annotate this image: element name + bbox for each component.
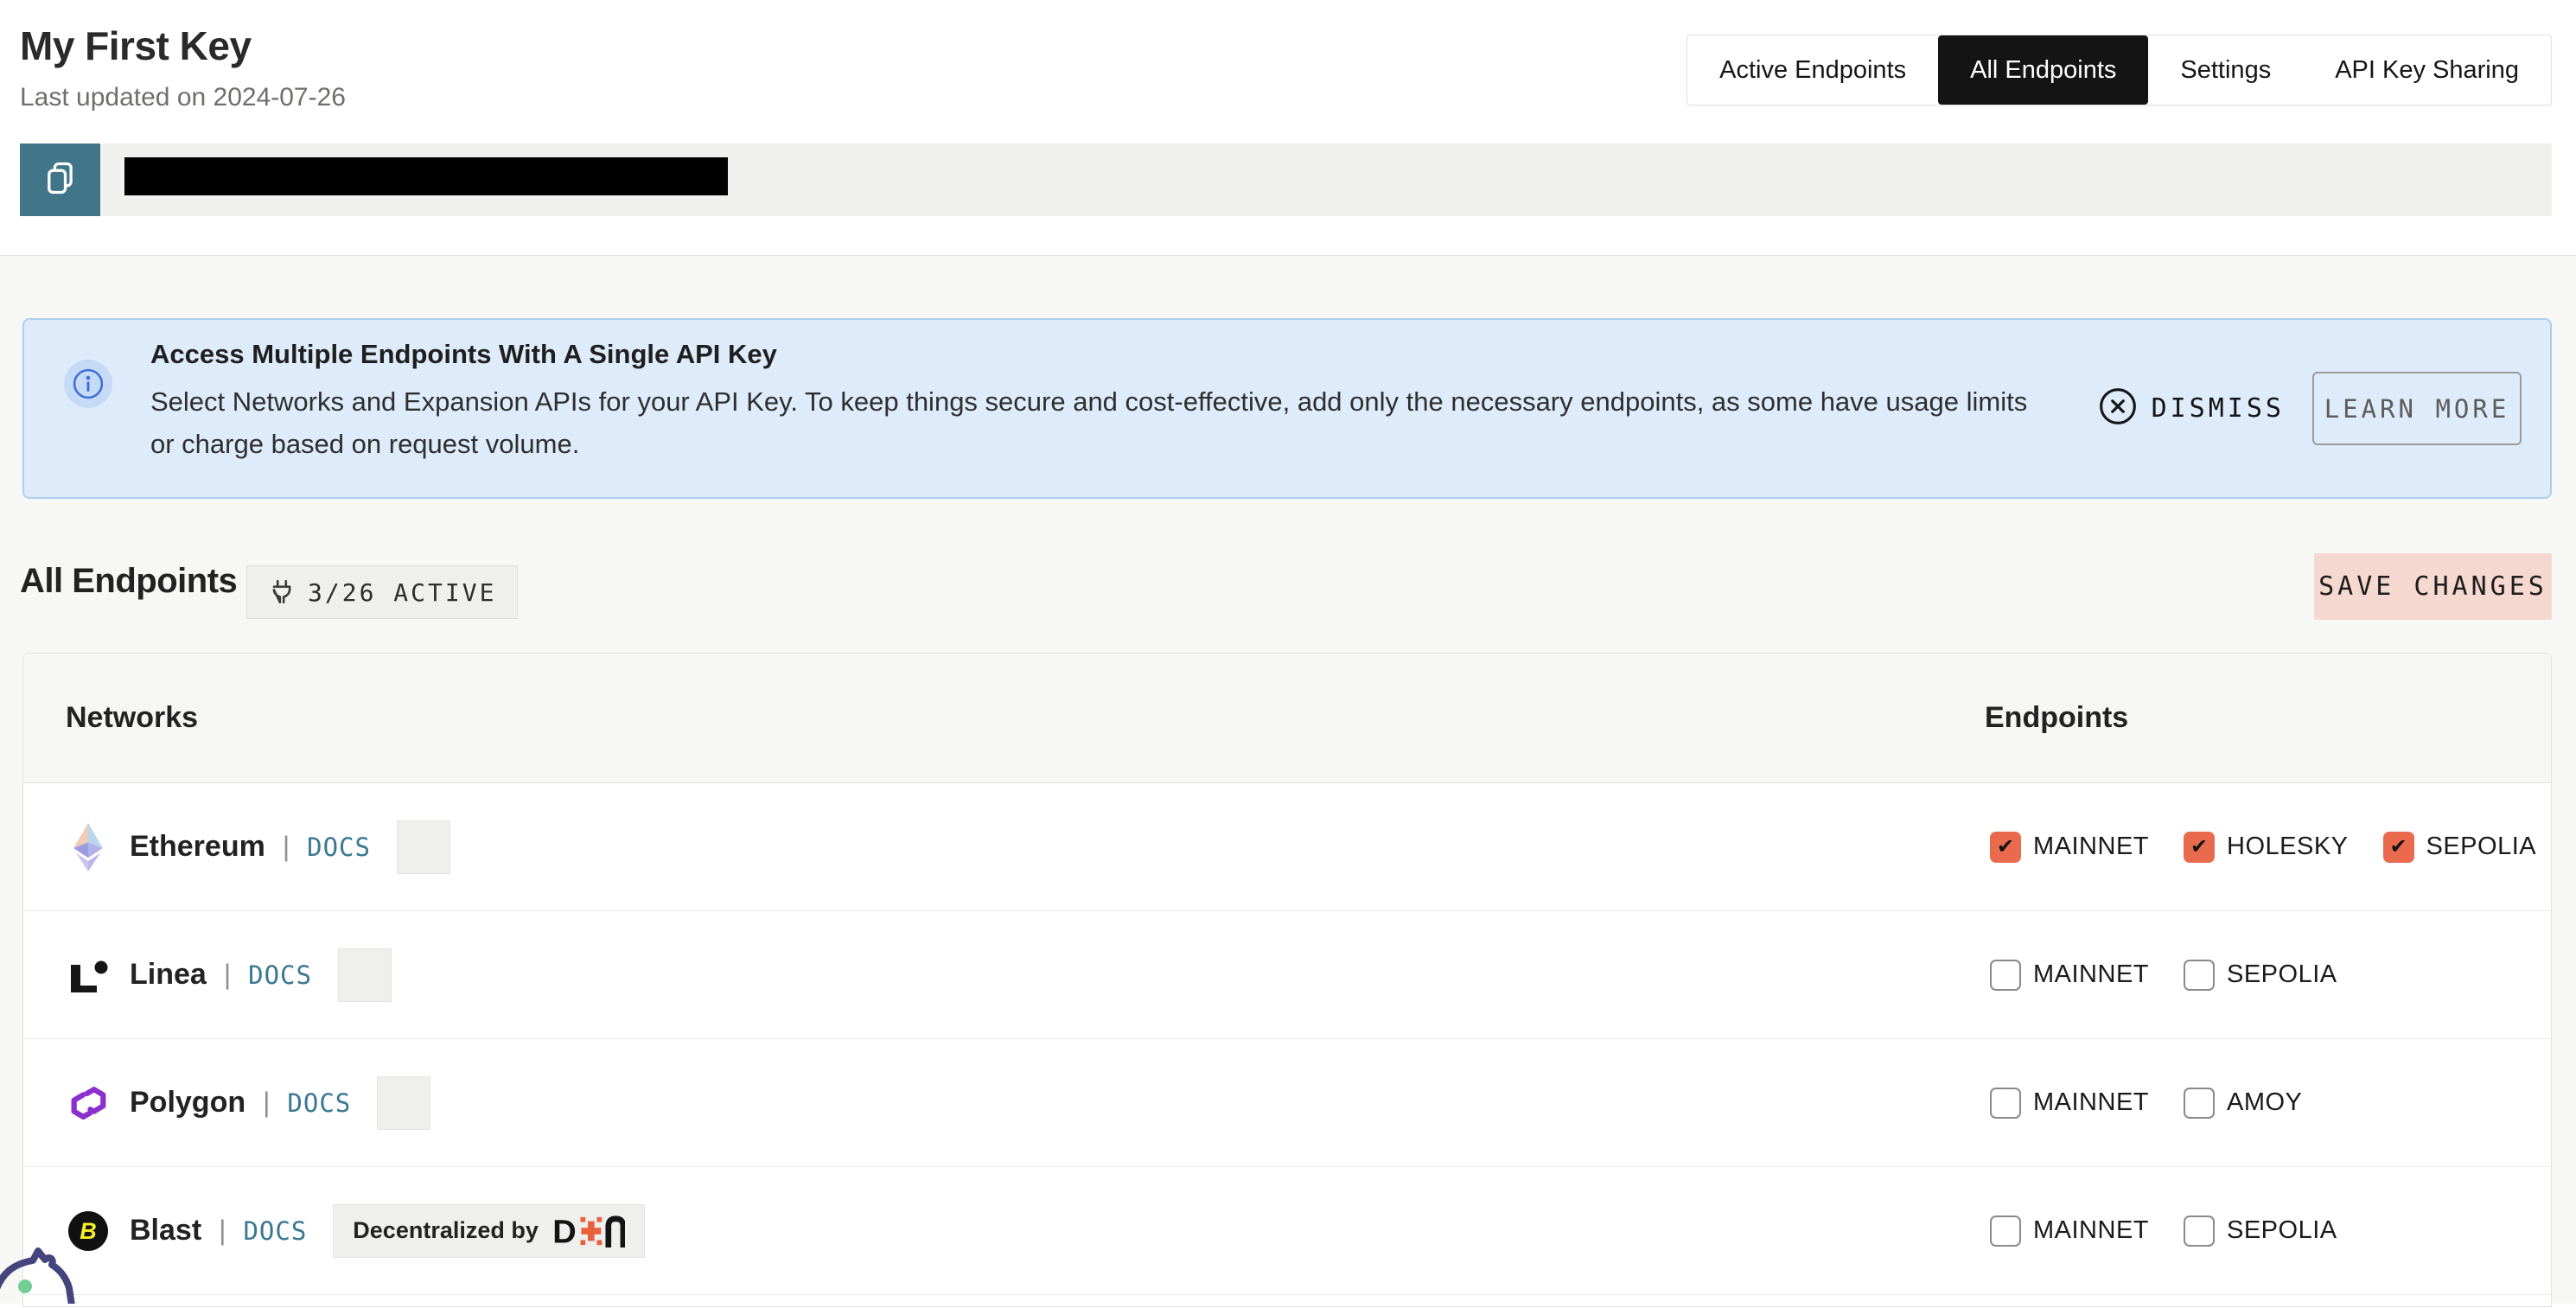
- page-header: My First Key Last updated on 2024-07-26 …: [0, 0, 2576, 256]
- save-changes-button[interactable]: SAVE CHANGES: [2314, 553, 2552, 620]
- banner-title: Access Multiple Endpoints With A Single …: [150, 339, 2035, 370]
- docs-link[interactable]: DOCS: [287, 1088, 351, 1118]
- decentralized-badge: [377, 1076, 430, 1130]
- network-name: Blast: [130, 1214, 201, 1247]
- copy-api-key-button[interactable]: [20, 144, 100, 216]
- endpoint-label: MAINNET: [2033, 833, 2149, 861]
- endpoint-checkbox-sepolia[interactable]: SEPOLIA: [2184, 1215, 2337, 1247]
- table-row: Polygon | DOCS MAINNET AMOY: [23, 1039, 2551, 1167]
- network-name: Linea: [130, 958, 207, 992]
- table-row: B Blast | DOCS Decentralized by D MAINNE…: [23, 1167, 2551, 1295]
- checkbox-checked[interactable]: [1990, 832, 2021, 863]
- docs-link[interactable]: DOCS: [243, 1216, 307, 1246]
- plug-icon: [268, 578, 296, 606]
- endpoint-label: HOLESKY: [2227, 833, 2349, 861]
- endpoint-label: AMOY: [2227, 1088, 2302, 1117]
- endpoints-column-header: Endpoints: [1985, 654, 2128, 782]
- dismiss-button[interactable]: DISMISS: [2098, 320, 2285, 497]
- content-area: Access Multiple Endpoints With A Single …: [0, 256, 2576, 1304]
- svg-text:D: D: [552, 1215, 576, 1247]
- decentralized-badge: Decentralized by D: [333, 1204, 645, 1258]
- table-row: Linea | DOCS MAINNET SEPOLIA: [23, 911, 2551, 1039]
- section-heading: All Endpoints: [20, 562, 237, 601]
- endpoint-label: SEPOLIA: [2227, 1216, 2337, 1245]
- network-cell: B Blast | DOCS Decentralized by D: [23, 1204, 645, 1258]
- decentralized-badge: [338, 948, 392, 1002]
- decentralized-badge: [397, 820, 450, 874]
- checkbox-unchecked[interactable]: [1990, 960, 2021, 991]
- endpoint-checkbox-sepolia[interactable]: SEPOLIA: [2184, 960, 2337, 991]
- name-docs-divider: |: [263, 1087, 270, 1119]
- banner-body: Select Networks and Expansion APIs for y…: [150, 380, 2035, 465]
- tab-api-key-sharing[interactable]: API Key Sharing: [2303, 35, 2551, 105]
- last-updated-text: Last updated on 2024-07-26: [20, 83, 346, 112]
- circle-x-icon: [2098, 386, 2138, 431]
- network-cell: Ethereum | DOCS: [23, 820, 450, 874]
- api-key-redacted-value: [124, 157, 728, 195]
- docs-link[interactable]: DOCS: [248, 960, 312, 990]
- tab-settings[interactable]: Settings: [2148, 35, 2303, 105]
- checkbox-unchecked[interactable]: [2184, 1215, 2215, 1247]
- din-logo-icon: D: [552, 1215, 625, 1247]
- api-key-field: [100, 144, 2552, 216]
- endpoint-label: MAINNET: [2033, 1216, 2149, 1245]
- api-key-row: [20, 144, 2552, 216]
- page-title: My First Key: [20, 22, 252, 69]
- endpoints-table: Networks Endpoints Ethereum | DOCS MAINN…: [22, 653, 2552, 1307]
- network-name: Ethereum: [130, 830, 265, 864]
- active-count-label: 3/26 ACTIVE: [308, 578, 496, 607]
- linea-icon: [66, 955, 111, 995]
- endpoint-checkboxes: MAINNET SEPOLIA: [1990, 911, 2337, 1038]
- checkbox-unchecked[interactable]: [2184, 1088, 2215, 1119]
- table-body: Ethereum | DOCS MAINNET HOLESKY SEPOLIA Li…: [23, 783, 2551, 1295]
- polygon-icon: [66, 1083, 111, 1123]
- info-banner: Access Multiple Endpoints With A Single …: [22, 318, 2552, 499]
- endpoint-label: SEPOLIA: [2227, 960, 2337, 989]
- endpoint-checkboxes: MAINNET AMOY: [1990, 1039, 2302, 1166]
- table-row: Ethereum | DOCS MAINNET HOLESKY SEPOLIA: [23, 783, 2551, 911]
- endpoint-checkbox-amoy[interactable]: AMOY: [2184, 1088, 2302, 1119]
- tab-all-endpoints[interactable]: All Endpoints: [1938, 35, 2148, 105]
- endpoint-checkbox-mainnet[interactable]: MAINNET: [1990, 960, 2149, 991]
- checkbox-checked[interactable]: [2184, 832, 2215, 863]
- name-docs-divider: |: [219, 1215, 226, 1247]
- network-cell: Linea | DOCS: [23, 948, 392, 1002]
- docs-link[interactable]: DOCS: [307, 833, 371, 862]
- active-count-badge: 3/26 ACTIVE: [246, 565, 518, 619]
- networks-column-header: Networks: [66, 654, 198, 782]
- checkbox-unchecked[interactable]: [1990, 1088, 2021, 1119]
- ethereum-icon: [66, 821, 111, 873]
- checkbox-checked[interactable]: [2383, 832, 2414, 863]
- banner-text: Access Multiple Endpoints With A Single …: [150, 339, 2035, 465]
- endpoint-label: SEPOLIA: [2426, 833, 2537, 861]
- blast-icon: B: [66, 1210, 111, 1252]
- endpoint-checkbox-holesky[interactable]: HOLESKY: [2184, 832, 2349, 863]
- network-cell: Polygon | DOCS: [23, 1076, 430, 1130]
- endpoint-label: MAINNET: [2033, 1088, 2149, 1117]
- endpoint-checkboxes: MAINNET HOLESKY SEPOLIA: [1990, 783, 2536, 910]
- endpoint-checkbox-sepolia[interactable]: SEPOLIA: [2383, 832, 2537, 863]
- decentralized-badge-text: Decentralized by: [353, 1217, 539, 1244]
- tab-bar: Active EndpointsAll EndpointsSettingsAPI…: [1687, 35, 2552, 105]
- endpoint-checkbox-mainnet[interactable]: MAINNET: [1990, 1088, 2149, 1119]
- learn-more-button[interactable]: LEARN MORE: [2312, 372, 2522, 445]
- tab-active-endpoints[interactable]: Active Endpoints: [1687, 35, 1938, 105]
- checkbox-unchecked[interactable]: [2184, 960, 2215, 991]
- checkbox-unchecked[interactable]: [1990, 1215, 2021, 1247]
- dismiss-label: DISMISS: [2152, 393, 2285, 424]
- copy-icon: [41, 159, 80, 201]
- endpoint-checkboxes: MAINNET SEPOLIA: [1990, 1167, 2337, 1294]
- endpoint-label: MAINNET: [2033, 960, 2149, 989]
- name-docs-divider: |: [283, 831, 290, 863]
- svg-text:B: B: [80, 1218, 97, 1244]
- table-header: Networks Endpoints: [23, 654, 2551, 783]
- info-icon: [64, 360, 112, 408]
- endpoint-checkbox-mainnet[interactable]: MAINNET: [1990, 832, 2149, 863]
- network-name: Polygon: [130, 1086, 245, 1120]
- endpoint-checkbox-mainnet[interactable]: MAINNET: [1990, 1215, 2149, 1247]
- name-docs-divider: |: [224, 959, 231, 991]
